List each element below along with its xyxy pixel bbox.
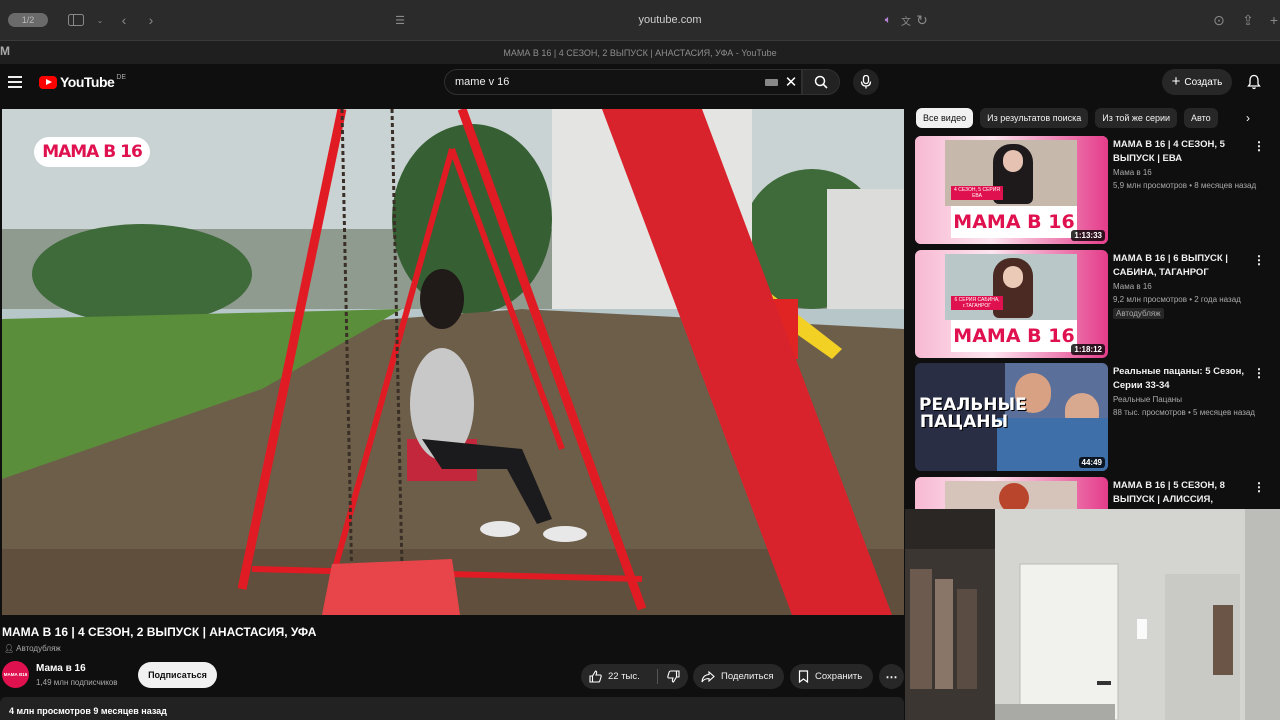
video-player[interactable]: МАМА В 16: [2, 109, 904, 615]
chip-same-series[interactable]: Из той же серии: [1095, 108, 1178, 128]
region-code: DE: [116, 73, 127, 81]
page-menu-icon[interactable]: ☰: [390, 10, 410, 30]
save-button[interactable]: Сохранить: [790, 664, 873, 689]
more-vertical-icon[interactable]: ⋮: [1253, 365, 1265, 381]
more-horizontal-icon: ⋯: [885, 669, 898, 684]
browser-toolbar: 1/2 ⌄ ‹ › ☰ youtube.com 🔈︎ 文 ↻ ⊙ ⇪ +: [0, 0, 1280, 40]
webcam-overlay: [905, 509, 1280, 720]
bookmark-icon: [798, 670, 809, 683]
chevron-down-icon[interactable]: ⌄: [90, 10, 110, 30]
auto-dub-badge: Автодубляж: [1113, 308, 1164, 319]
like-dislike-group: 22 тыс.: [581, 664, 688, 689]
thumbnail-title: МАМА В 16: [951, 320, 1077, 352]
search-icon: [814, 75, 828, 89]
thumbs-up-icon: [589, 670, 602, 683]
thumbnail-title: МАМА В 16: [951, 206, 1077, 238]
reload-icon[interactable]: ↻: [912, 10, 932, 30]
recommendation-channel[interactable]: Мама в 16: [1113, 282, 1152, 291]
recommendation-thumbnail[interactable]: 4 СЕЗОН, 5 СЕРИЯ ЕВА МАМА В 16 1:13:33: [915, 136, 1108, 244]
sidebar-pill[interactable]: 1/2: [8, 13, 48, 27]
like-count: 22 тыс.: [608, 671, 640, 682]
tab-title[interactable]: МАМА В 16 | 4 СЕЗОН, 2 ВЫПУСК | АНАСТАСИ…: [0, 41, 1280, 65]
recommendation-item[interactable]: РЕАЛЬНЫЕ ПАЦАНЫ 44:49 Реальные пацаны: 5…: [915, 363, 1280, 471]
chip-author[interactable]: Авто: [1184, 108, 1219, 128]
recommendation-channel[interactable]: Реальные Пацаны: [1113, 395, 1182, 404]
recommendation-meta: 88 тыс. просмотров • 5 месяцев назад: [1113, 408, 1255, 417]
recommendation-title[interactable]: МАМА В 16 | 4 СЕЗОН, 5 ВЫПУСК | ЕВА: [1113, 138, 1248, 166]
recommendation-title[interactable]: Реальные пацаны: 5 Сезон, Серии 33-34: [1113, 365, 1248, 393]
webcam-frame: [905, 509, 1280, 720]
microphone-icon: [860, 75, 872, 89]
channel-avatar[interactable]: МАМА В16: [2, 661, 29, 688]
more-vertical-icon[interactable]: ⋮: [1253, 252, 1265, 268]
search-box: ✕: [444, 69, 802, 95]
chip-from-search[interactable]: Из результатов поиска: [980, 108, 1089, 128]
video-overlay-logo: МАМА В 16: [42, 142, 143, 162]
auto-dub-text: Автодубляж: [16, 644, 61, 653]
chevron-right-icon[interactable]: ›: [1240, 110, 1256, 126]
download-icon[interactable]: ⊙: [1209, 10, 1229, 30]
thumbs-down-icon: [666, 670, 680, 683]
search-button[interactable]: [802, 69, 840, 95]
filter-chips: Все видео Из результатов поиска Из той ж…: [916, 108, 1219, 128]
youtube-logo[interactable]: YouTube DE: [39, 74, 126, 90]
more-vertical-icon[interactable]: ⋮: [1253, 138, 1265, 154]
video-frame: [2, 109, 904, 615]
back-icon[interactable]: ‹: [114, 10, 134, 30]
new-tab-icon[interactable]: +: [1264, 10, 1280, 30]
create-button[interactable]: + Создать: [1162, 69, 1232, 95]
share-arrow-icon: [701, 670, 715, 682]
recommendation-item[interactable]: 4 СЕЗОН, 5 СЕРИЯ ЕВА МАМА В 16 1:13:33 М…: [915, 136, 1280, 244]
more-vertical-icon[interactable]: ⋮: [1253, 479, 1265, 495]
plus-icon: +: [1171, 73, 1181, 90]
recommendation-item[interactable]: МАМА В 16 | 5 СЕЗОН, 8 ВЫПУСК | АЛИССИЯ,…: [915, 477, 1280, 509]
clear-search-icon[interactable]: ✕: [783, 73, 799, 91]
thumbnail-tag: 6 СЕРИЯ САБИНА, г.ТАГАНРОГ: [951, 296, 1003, 310]
tab-bar: M МАМА В 16 | 4 СЕЗОН, 2 ВЫПУСК | АНАСТА…: [0, 40, 1280, 64]
chip-all-videos[interactable]: Все видео: [916, 108, 974, 128]
dislike-button[interactable]: [658, 670, 688, 683]
more-actions-button[interactable]: ⋯: [879, 664, 904, 689]
channel-subscribers: 1,49 млн подписчиков: [36, 678, 118, 687]
sidebar-toggle-icon[interactable]: [66, 10, 86, 30]
recommendation-channel[interactable]: Мама в 16: [1113, 168, 1152, 177]
recommendation-title[interactable]: МАМА В 16 | 6 ВЫПУСК | САБИНА, ТАГАНРОГ: [1113, 252, 1248, 280]
thumbnail-title: РЕАЛЬНЫЕ ПАЦАНЫ: [919, 395, 1027, 432]
recommendation-meta: 5,9 млн просмотров • 8 месяцев назад: [1113, 181, 1257, 190]
recommendation-item[interactable]: 6 СЕРИЯ САБИНА, г.ТАГАНРОГ МАМА В 16 1:1…: [915, 250, 1280, 358]
keyboard-icon[interactable]: [765, 79, 778, 86]
youtube-play-icon: [39, 75, 57, 89]
share-button[interactable]: Поделиться: [693, 664, 784, 689]
duration-badge: 44:49: [1078, 457, 1105, 468]
recommendation-thumbnail[interactable]: 6 СЕРИЯ САБИНА, г.ТАГАНРОГ МАМА В 16 1:1…: [915, 250, 1108, 358]
duration-badge: 1:13:33: [1071, 230, 1105, 241]
forward-icon[interactable]: ›: [141, 10, 161, 30]
search-input[interactable]: [455, 70, 755, 94]
address-bar[interactable]: youtube.com: [410, 9, 930, 31]
channel-name[interactable]: Мама в 16: [36, 663, 86, 674]
person-icon: 👤︎: [4, 644, 15, 653]
save-label: Сохранить: [815, 671, 863, 682]
like-button[interactable]: 22 тыс.: [581, 670, 657, 683]
recommendation-meta: 9,2 млн просмотров • 2 года назад: [1113, 295, 1241, 304]
audio-icon[interactable]: 🔈︎: [878, 10, 898, 30]
youtube-wordmark: YouTube: [60, 74, 115, 90]
share-label: Поделиться: [721, 671, 774, 682]
create-label: Создать: [1184, 76, 1223, 88]
duration-badge: 1:18:12: [1071, 344, 1105, 355]
recommendation-thumbnail[interactable]: [915, 477, 1108, 509]
video-stats[interactable]: 4 млн просмотров 9 месяцев назад: [0, 697, 904, 720]
voice-search-button[interactable]: [853, 69, 879, 95]
auto-dub-label: 👤︎ Автодубляж: [4, 644, 61, 653]
subscribe-button[interactable]: Подписаться: [138, 662, 217, 688]
video-title: МАМА В 16 | 4 СЕЗОН, 2 ВЫПУСК | АНАСТАСИ…: [2, 625, 317, 639]
share-icon[interactable]: ⇪: [1238, 10, 1258, 30]
youtube-header: YouTube DE ✕ + Создать: [0, 64, 1280, 108]
notifications-bell-icon[interactable]: [1244, 72, 1264, 92]
menu-icon[interactable]: [8, 76, 22, 88]
thumbnail-tag: 4 СЕЗОН, 5 СЕРИЯ ЕВА: [951, 186, 1003, 200]
recommendation-thumbnail[interactable]: РЕАЛЬНЫЕ ПАЦАНЫ 44:49: [915, 363, 1108, 471]
recommendation-title[interactable]: МАМА В 16 | 5 СЕЗОН, 8 ВЫПУСК | АЛИССИЯ,…: [1113, 479, 1248, 509]
